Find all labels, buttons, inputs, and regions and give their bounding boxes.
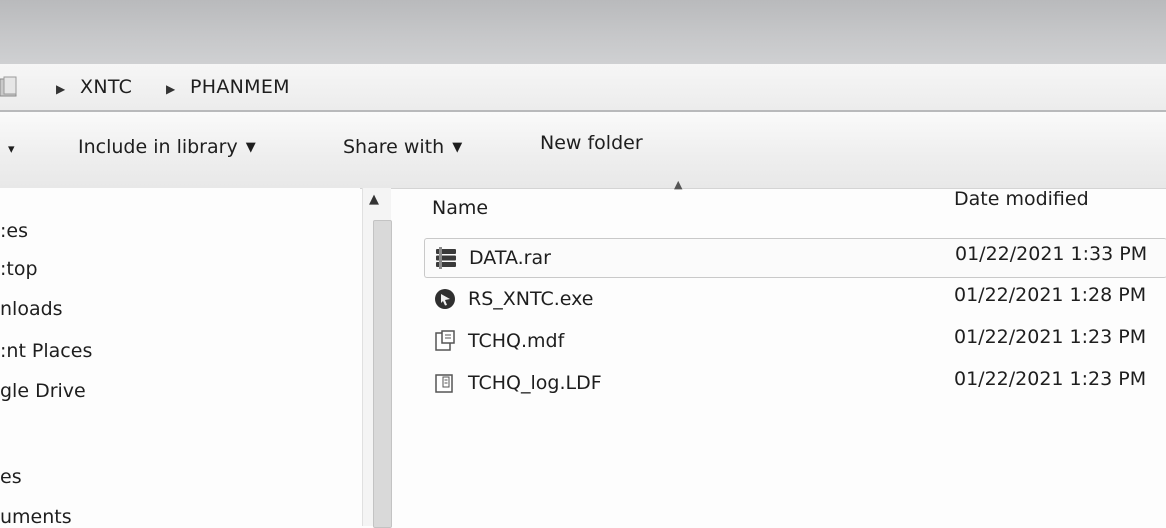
file-date-modified: 01/22/2021 1:23 PM xyxy=(954,326,1147,348)
nav-item-libraries[interactable]: es xyxy=(0,466,22,488)
nav-item-desktop[interactable]: :top xyxy=(0,258,38,280)
include-in-library-button[interactable]: Include in library ▼ xyxy=(78,136,256,158)
file-date-modified: 01/22/2021 1:28 PM xyxy=(954,284,1147,306)
document-icon xyxy=(435,330,455,351)
breadcrumb-arrow-icon[interactable]: ▶ xyxy=(166,82,175,96)
nav-item-google-drive[interactable]: gle Drive xyxy=(0,380,86,402)
breadcrumb-item-phanmem[interactable]: PHANMEM xyxy=(190,76,290,98)
scrollbar-thumb[interactable] xyxy=(373,220,392,528)
file-name: RS_XNTC.exe xyxy=(468,288,594,310)
share-with-button[interactable]: Share with ▼ xyxy=(343,136,462,158)
dropdown-caret-icon: ▼ xyxy=(452,140,463,155)
file-name: DATA.rar xyxy=(469,247,551,269)
nav-item-downloads[interactable]: nloads xyxy=(0,298,63,320)
address-bar[interactable]: ▶ XNTC ▶ PHANMEM xyxy=(0,64,1166,112)
log-file-icon xyxy=(435,374,453,393)
archive-icon xyxy=(436,247,456,269)
scroll-up-arrow-icon[interactable]: ▲ xyxy=(369,192,379,207)
organize-caret-icon[interactable]: ▾ xyxy=(8,142,15,157)
column-header-name[interactable]: Name xyxy=(432,197,488,219)
file-name: TCHQ.mdf xyxy=(468,330,565,352)
navigation-pane: :es :top nloads :nt Places gle Drive es … xyxy=(0,188,360,528)
nav-item-documents[interactable]: uments xyxy=(0,506,72,528)
file-name: TCHQ_log.LDF xyxy=(468,372,602,394)
include-in-library-label: Include in library xyxy=(78,136,238,158)
file-row[interactable]: RS_XNTC.exe 01/22/2021 1:28 PM xyxy=(424,280,1166,318)
nav-scrollbar[interactable]: ▲ xyxy=(362,188,392,528)
file-row[interactable]: DATA.rar 01/22/2021 1:33 PM xyxy=(424,238,1166,278)
share-with-label: Share with xyxy=(343,136,445,158)
nav-item-recent-places[interactable]: :nt Places xyxy=(0,340,92,362)
dropdown-caret-icon: ▼ xyxy=(245,140,256,155)
sort-indicator-icon: ▲ xyxy=(674,178,683,191)
file-row[interactable]: TCHQ_log.LDF 01/22/2021 1:23 PM xyxy=(424,364,1166,402)
breadcrumb-arrow-icon[interactable]: ▶ xyxy=(56,82,65,96)
file-list: Name ▲ Date modified DATA.rar 01/22/2021… xyxy=(392,178,1166,526)
folder-icon xyxy=(0,76,17,97)
column-header-date-modified[interactable]: Date modified xyxy=(954,188,1089,210)
app-icon xyxy=(435,289,455,309)
new-folder-button[interactable]: New folder xyxy=(540,132,643,154)
file-date-modified: 01/22/2021 1:33 PM xyxy=(955,243,1148,265)
file-date-modified: 01/22/2021 1:23 PM xyxy=(954,368,1147,390)
nav-item-favorites[interactable]: :es xyxy=(0,220,28,242)
command-toolbar: ▾ Include in library ▼ Share with ▼ New fo… xyxy=(0,112,1166,189)
file-row[interactable]: TCHQ.mdf 01/22/2021 1:23 PM xyxy=(424,322,1166,360)
breadcrumb-item-xntc[interactable]: XNTC xyxy=(80,76,132,98)
window-titlebar xyxy=(0,0,1166,64)
